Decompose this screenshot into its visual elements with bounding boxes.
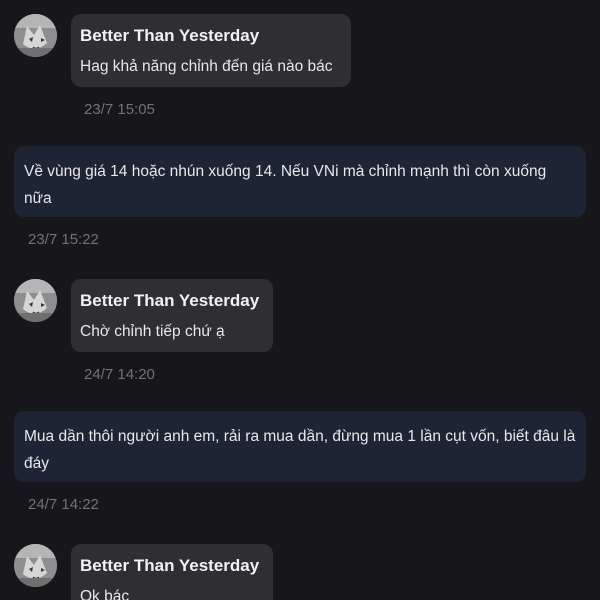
outgoing-message-bubble[interactable]: Về vùng giá 14 hoặc nhún xuống 14. Nếu V… [14,146,586,217]
wolf-avatar-icon [14,279,57,322]
incoming-message-bubble[interactable]: Better Than Yesterday Hag khả năng chỉnh… [71,14,351,87]
sender-name: Better Than Yesterday [80,291,260,310]
sender-name: Better Than Yesterday [80,556,260,575]
incoming-message-bubble[interactable]: Better Than Yesterday Chờ chỉnh tiếp chứ… [71,279,273,352]
outgoing-message-bubble[interactable]: Mua dần thôi người anh em, rải ra mua dầ… [14,411,586,482]
message-timestamp: 23/7 15:22 [28,231,99,248]
wolf-avatar-icon [14,14,57,57]
message-text: Về vùng giá 14 hoặc nhún xuống 14. Nếu V… [24,163,547,207]
sender-avatar[interactable] [14,544,57,587]
sender-avatar[interactable] [14,279,57,322]
wolf-avatar-icon [14,544,57,587]
incoming-message-bubble[interactable]: Better Than Yesterday Ok bác [71,544,273,600]
message-text: Chờ chỉnh tiếp chứ ạ [80,323,225,340]
chat-thread: Better Than Yesterday Hag khả năng chỉnh… [0,0,600,600]
message-timestamp: 23/7 15:05 [84,101,155,118]
sender-name: Better Than Yesterday [80,26,260,45]
message-text: Hag khả năng chỉnh đến giá nào bác [80,58,333,75]
message-text: Ok bác [80,588,130,600]
message-text: Mua dần thôi người anh em, rải ra mua dầ… [24,428,576,472]
message-timestamp: 24/7 14:22 [28,496,99,513]
message-timestamp: 24/7 14:20 [84,366,155,383]
sender-avatar[interactable] [14,14,57,57]
